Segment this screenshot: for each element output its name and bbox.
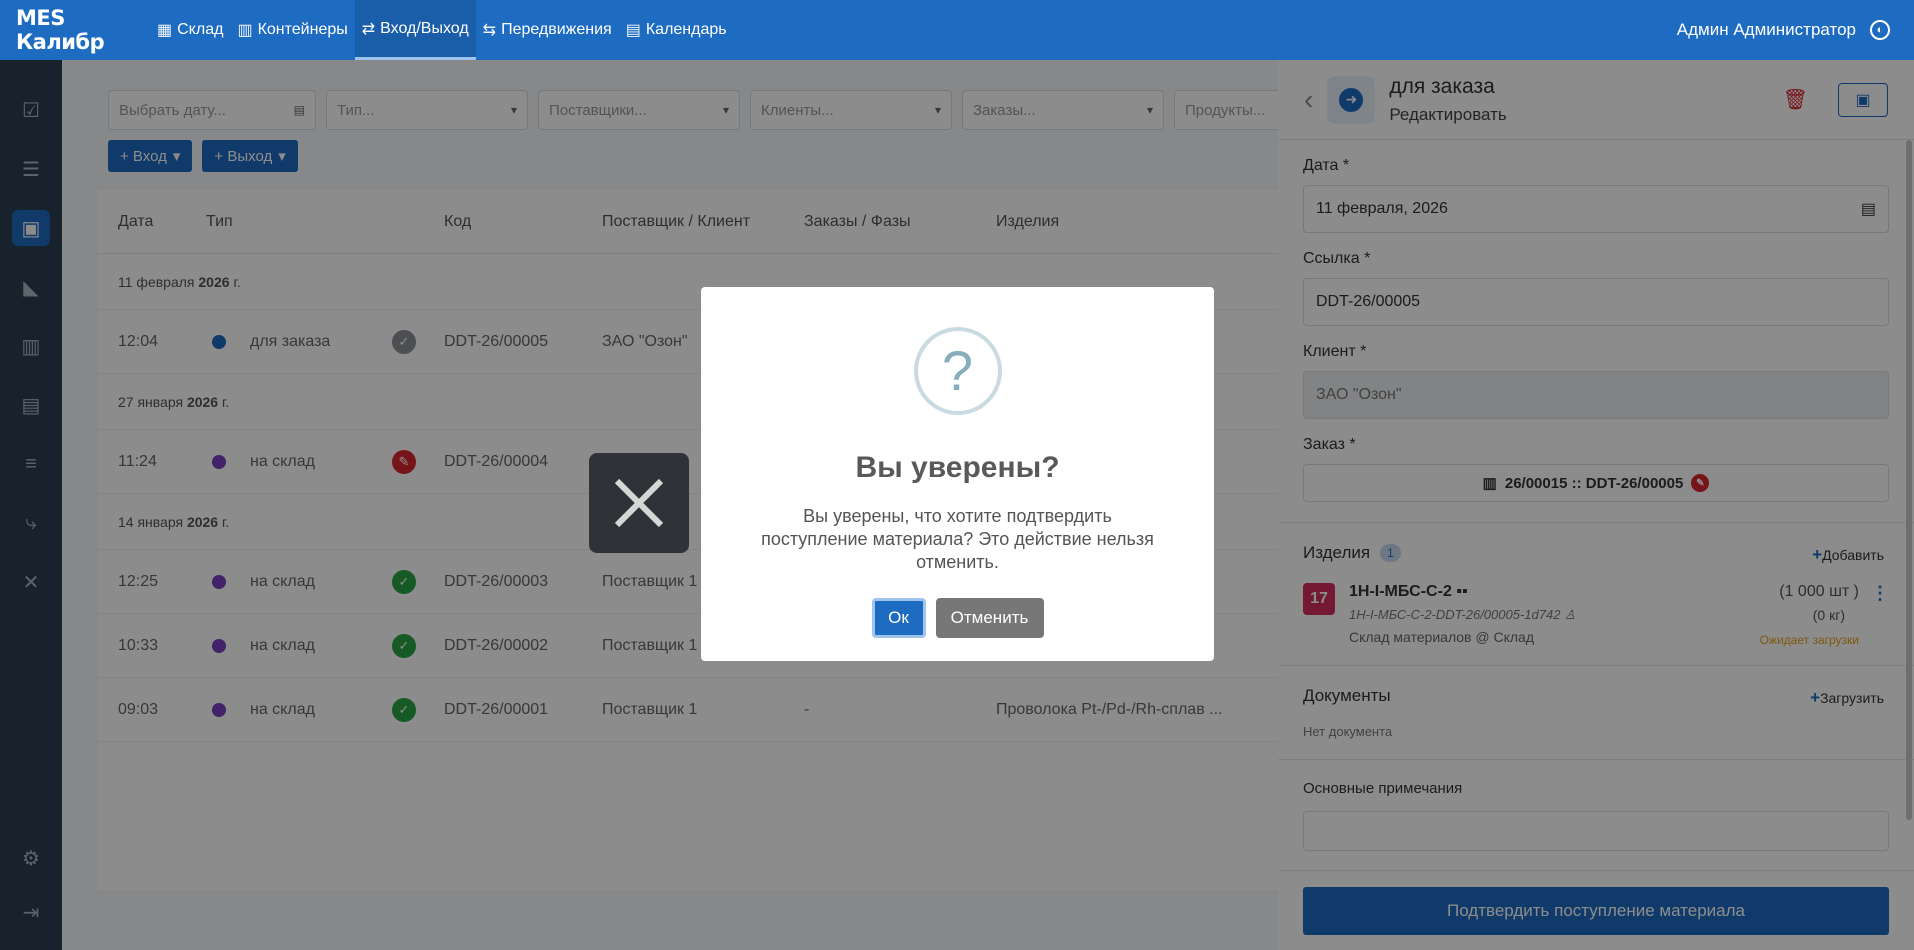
ok-button[interactable]: Ок <box>871 598 926 638</box>
top-navbar: MES Калибр ▦ Склад ▥ Контейнеры ⇄ Вход/В… <box>0 0 1914 60</box>
nav-item-label: Склад <box>177 21 224 38</box>
close-icon <box>614 478 664 528</box>
nav-item-label: Передвижения <box>501 21 612 38</box>
user-avatar-icon[interactable]: ◐ <box>1870 20 1890 40</box>
dialog-message: Вы уверены, что хотите подтвердить посту… <box>761 506 1154 572</box>
nav-item-label: Вход/Выход <box>380 19 469 37</box>
transfer-icon: ⇆ <box>482 22 497 39</box>
user-name[interactable]: Админ Администратор <box>1677 20 1856 40</box>
nav-item-transfers[interactable]: ⇆ Передвижения <box>476 0 619 60</box>
nav-item-containers[interactable]: ▥ Контейнеры <box>230 0 354 60</box>
question-icon: ? <box>913 327 1002 415</box>
brand-logo[interactable]: MES Калибр <box>0 6 150 54</box>
nav-item-calendar[interactable]: ▤ Календарь <box>619 0 734 60</box>
dialog-title: Вы уверены? <box>855 451 1060 484</box>
cancel-button[interactable]: Отменить <box>935 598 1044 638</box>
close-overlay-button[interactable] <box>589 453 689 553</box>
nav-item-label: Календарь <box>645 21 727 38</box>
nav-item-in-out[interactable]: ⇄ Вход/Выход <box>354 0 476 60</box>
in-out-icon: ⇄ <box>361 20 376 38</box>
warehouse-icon: ▦ <box>157 22 173 39</box>
calendar-icon: ▤ <box>625 22 641 39</box>
user-menu[interactable]: Админ Администратор ◐ <box>1677 20 1914 40</box>
main-nav: ▦ Склад ▥ Контейнеры ⇄ Вход/Выход ⇆ Пере… <box>150 0 734 60</box>
nav-item-label: Контейнеры <box>257 21 348 38</box>
containers-icon: ▥ <box>237 22 253 39</box>
nav-item-warehouse[interactable]: ▦ Склад <box>150 0 230 60</box>
confirm-dialog: ? Вы уверены? Вы уверены, что хотите под… <box>701 287 1214 661</box>
